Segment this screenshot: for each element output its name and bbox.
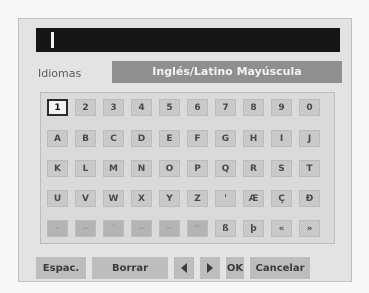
key[interactable]: Z: [187, 190, 208, 207]
key[interactable]: ~: [159, 220, 180, 237]
cancel-button[interactable]: Cancelar: [250, 257, 310, 279]
ok-button[interactable]: OK: [226, 257, 244, 279]
left-arrow-icon: [181, 263, 187, 273]
text-input[interactable]: [36, 28, 340, 52]
key[interactable]: Ð: [299, 190, 320, 207]
key-row-2: A B C D E F G H I J: [47, 130, 327, 147]
key[interactable]: ^: [187, 220, 208, 237]
key[interactable]: ': [215, 190, 236, 207]
key[interactable]: I: [271, 130, 292, 147]
key-row-5: - ~ ` ~ ~ ^ ß þ « »: [47, 220, 327, 237]
key[interactable]: ~: [75, 220, 96, 237]
key[interactable]: R: [243, 160, 264, 177]
key[interactable]: S: [271, 160, 292, 177]
key[interactable]: N: [131, 160, 152, 177]
text-cursor: [51, 32, 54, 48]
key[interactable]: E: [159, 130, 180, 147]
key[interactable]: 4: [131, 99, 152, 116]
key[interactable]: J: [299, 130, 320, 147]
key[interactable]: Ç: [271, 190, 292, 207]
key[interactable]: D: [131, 130, 152, 147]
key[interactable]: V: [75, 190, 96, 207]
key[interactable]: K: [47, 160, 68, 177]
key[interactable]: G: [215, 130, 236, 147]
key[interactable]: 6: [187, 99, 208, 116]
key[interactable]: 1: [47, 99, 68, 116]
key[interactable]: X: [131, 190, 152, 207]
right-arrow-icon: [207, 263, 213, 273]
key[interactable]: W: [103, 190, 124, 207]
key[interactable]: `: [103, 220, 124, 237]
key[interactable]: «: [271, 220, 292, 237]
key[interactable]: -: [47, 220, 68, 237]
key[interactable]: U: [47, 190, 68, 207]
key[interactable]: Æ: [243, 190, 264, 207]
language-label: Idiomas: [38, 67, 82, 80]
language-selector[interactable]: Inglés/Latino Mayúscula: [112, 61, 342, 83]
cursor-right-button[interactable]: [200, 257, 220, 279]
space-button[interactable]: Espac.: [36, 257, 86, 279]
key[interactable]: 9: [271, 99, 292, 116]
key[interactable]: M: [103, 160, 124, 177]
key[interactable]: O: [159, 160, 180, 177]
delete-button[interactable]: Borrar: [92, 257, 168, 279]
key[interactable]: 2: [75, 99, 96, 116]
key[interactable]: F: [187, 130, 208, 147]
key-row-3: K L M N O P Q R S T: [47, 160, 327, 177]
key[interactable]: 5: [159, 99, 180, 116]
key[interactable]: 8: [243, 99, 264, 116]
key[interactable]: C: [103, 130, 124, 147]
key[interactable]: L: [75, 160, 96, 177]
key[interactable]: »: [299, 220, 320, 237]
key[interactable]: þ: [243, 220, 264, 237]
key[interactable]: 0: [299, 99, 320, 116]
key[interactable]: P: [187, 160, 208, 177]
cursor-left-button[interactable]: [174, 257, 194, 279]
on-screen-keyboard: 1 2 3 4 5 6 7 8 9 0 A B C D E F G H I J …: [40, 92, 335, 244]
key[interactable]: 7: [215, 99, 236, 116]
key[interactable]: ß: [215, 220, 236, 237]
key[interactable]: Y: [159, 190, 180, 207]
key-row-4: U V W X Y Z ' Æ Ç Ð: [47, 190, 327, 207]
key[interactable]: ~: [131, 220, 152, 237]
key-row-1: 1 2 3 4 5 6 7 8 9 0: [47, 99, 327, 116]
key[interactable]: Q: [215, 160, 236, 177]
bottom-bar: Espac. Borrar OK Cancelar: [36, 257, 310, 279]
key[interactable]: A: [47, 130, 68, 147]
key[interactable]: T: [299, 160, 320, 177]
key[interactable]: H: [243, 130, 264, 147]
key[interactable]: B: [75, 130, 96, 147]
key[interactable]: 3: [103, 99, 124, 116]
